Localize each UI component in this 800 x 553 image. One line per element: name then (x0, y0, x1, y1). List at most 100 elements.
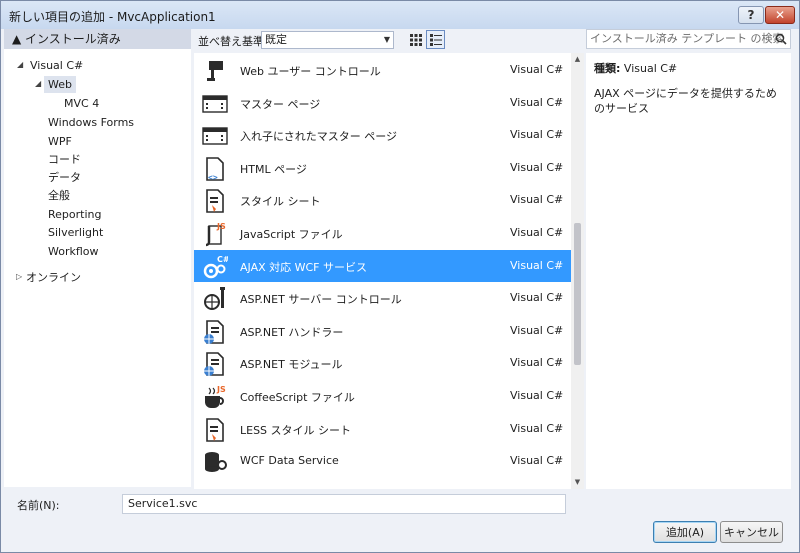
template-name: マスター ページ (240, 97, 321, 111)
template-language: Visual C# (510, 454, 564, 468)
coffeescript-file-icon: JS (202, 384, 228, 410)
close-icon: ✕ (774, 8, 786, 22)
template-list-scrollbar[interactable]: ▲ ▼ (571, 53, 584, 489)
search-placeholder: インストール済み テンプレート の検索 (590, 32, 784, 45)
template-language: Visual C# (510, 95, 564, 109)
small-icons-view-button[interactable] (406, 30, 425, 49)
template-row[interactable]: C# AJAX 対応 WCF サービス Visual C# (194, 249, 571, 282)
add-button[interactable]: 追加(A) (653, 521, 717, 543)
tree-item[interactable]: MVC 4 (64, 95, 99, 112)
template-name: JavaScript ファイル (240, 228, 343, 241)
tree-item[interactable]: オンライン (26, 269, 81, 286)
tree-item[interactable]: Silverlight (48, 224, 103, 241)
details-panel: 種類: Visual C# AJAX ページにデータを提供するためのサービス (586, 53, 791, 489)
type-label: 種類: (594, 62, 621, 75)
tree-item[interactable]: WPF (48, 133, 72, 150)
template-name: ASP.NET ハンドラー (240, 325, 344, 339)
style-sheet-icon (202, 188, 228, 214)
tree-expander-icon[interactable]: ◢ (35, 79, 41, 88)
template-row[interactable]: WCF Data Service Visual C# (194, 445, 571, 477)
handler-icon (202, 319, 228, 345)
installed-header[interactable]: ▲ インストール済み (4, 29, 191, 49)
scroll-down-icon[interactable]: ▼ (571, 476, 584, 489)
wcf-data-service-icon (202, 449, 228, 475)
tree-item[interactable]: Windows Forms (48, 114, 134, 131)
web-user-control-icon (202, 58, 228, 84)
template-row[interactable]: <> HTML ページ Visual C# (194, 152, 571, 184)
template-row[interactable]: ASP.NET モジュール Visual C# (194, 347, 571, 379)
master-page-icon (202, 91, 228, 117)
template-row[interactable]: 入れ子にされたマスター ページ Visual C# (194, 119, 571, 151)
template-row[interactable]: ASP.NET ハンドラー Visual C# (194, 315, 571, 347)
template-name: LESS スタイル シート (240, 423, 352, 437)
template-name: スタイル シート (240, 195, 321, 209)
cancel-button[interactable]: キャンセル (720, 521, 783, 543)
template-language: Visual C# (510, 128, 564, 142)
template-name: CoffeeScript ファイル (240, 391, 355, 404)
tree-item[interactable]: データ (48, 169, 81, 186)
template-row[interactable]: ASP.NET サーバー コントロール Visual C# (194, 282, 571, 314)
template-row[interactable]: Web ユーザー コントロール Visual C# (194, 54, 571, 86)
server-control-icon (202, 286, 228, 312)
template-row[interactable]: マスター ページ Visual C# (194, 87, 571, 119)
template-name: WCF Data Service (240, 454, 339, 468)
sort-label: 並べ替え基準: (198, 35, 268, 48)
template-language: Visual C# (510, 258, 564, 272)
svg-text:JS: JS (216, 385, 226, 394)
tree-item[interactable]: コード (48, 151, 81, 168)
javascript-file-icon: JS (202, 221, 228, 247)
details-view-button[interactable] (426, 30, 445, 49)
template-name: Web ユーザー コントロール (240, 65, 381, 78)
template-name: HTML ページ (240, 162, 307, 176)
template-list: Web ユーザー コントロール Visual C# マスター ページ Visual C… (194, 53, 571, 489)
tree-item[interactable]: Reporting (48, 206, 101, 223)
add-new-item-dialog: 新しい項目の追加 - MvcApplication1 ? ✕ ▲ インストール済… (0, 0, 800, 553)
less-style-sheet-icon (202, 417, 228, 443)
sort-value: 既定 (265, 33, 287, 46)
template-language: Visual C# (510, 356, 564, 370)
scroll-up-icon[interactable]: ▲ (571, 53, 584, 66)
tree-expander-icon[interactable]: ◢ (17, 60, 23, 69)
template-language: Visual C# (510, 421, 564, 435)
template-name: 入れ子にされたマスター ページ (240, 130, 398, 144)
list-toolbar: 並べ替え基準: 既定 ▼ (194, 29, 581, 51)
template-name: ASP.NET モジュール (240, 358, 343, 372)
tree-item[interactable]: Workflow (48, 243, 99, 260)
template-language: Visual C# (510, 226, 564, 239)
template-row[interactable]: JS CoffeeScript ファイル Visual C# (194, 380, 571, 412)
template-row[interactable]: スタイル シート Visual C# (194, 184, 571, 216)
search-icon[interactable] (775, 33, 787, 45)
template-description: AJAX ページにデータを提供するためのサービス (594, 87, 777, 115)
type-value: Visual C# (623, 62, 678, 75)
name-label: 名前(N): (17, 499, 60, 512)
template-language: Visual C# (510, 291, 564, 305)
tree-item[interactable]: Visual C# (30, 57, 83, 74)
tree-item[interactable]: 全般 (48, 187, 70, 204)
tree-item[interactable]: Web (44, 76, 76, 93)
grid-view-icon (409, 33, 422, 46)
svg-text:C#: C# (217, 255, 228, 264)
template-language: Visual C# (510, 160, 564, 174)
help-button[interactable]: ? (738, 6, 764, 24)
template-search-input[interactable]: インストール済み テンプレート の検索 (586, 29, 791, 49)
template-name: AJAX 対応 WCF サービス (240, 260, 368, 274)
template-language: Visual C# (510, 193, 564, 207)
template-name: ASP.NET サーバー コントロール (240, 293, 402, 307)
title-bar: 新しい項目の追加 - MvcApplication1 ? ✕ (1, 1, 799, 29)
ajax-wcf-service-icon: C# (202, 254, 230, 280)
scroll-thumb[interactable] (574, 223, 581, 365)
help-icon: ? (747, 8, 755, 22)
html-page-icon: <> (202, 156, 228, 182)
close-button[interactable]: ✕ (765, 6, 795, 24)
sort-select[interactable]: 既定 ▼ (261, 31, 394, 49)
type-row: 種類: Visual C# (594, 60, 783, 76)
tree-expander-icon[interactable]: ▷ (16, 272, 22, 281)
template-row[interactable]: LESS スタイル シート Visual C# (194, 413, 571, 445)
nested-master-page-icon (202, 123, 228, 149)
name-input[interactable]: Service1.svc (122, 494, 566, 514)
template-row[interactable]: JS JavaScript ファイル Visual C# (194, 217, 571, 249)
module-icon (202, 351, 228, 377)
template-language: Visual C# (510, 323, 564, 337)
svg-text:JS: JS (216, 222, 226, 231)
template-language: Visual C# (510, 63, 564, 76)
